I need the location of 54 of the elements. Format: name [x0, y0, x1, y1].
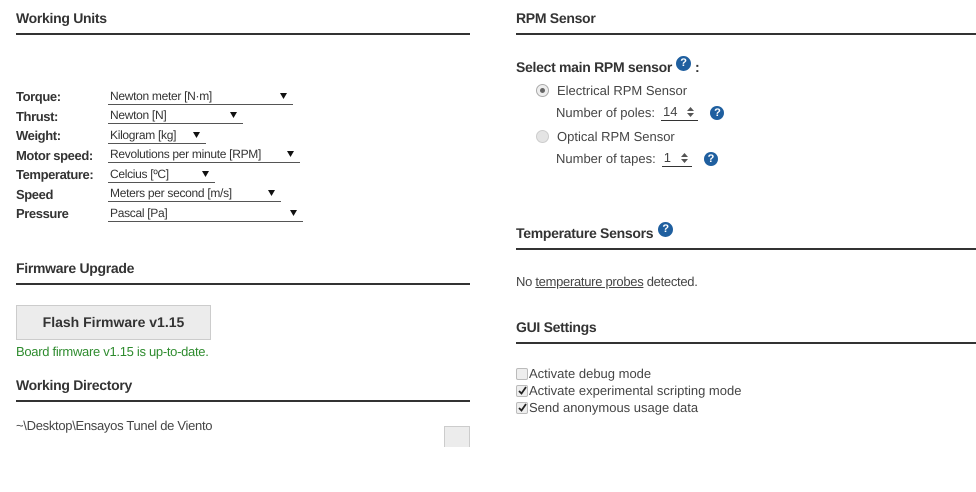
help-icon[interactable]: ?	[710, 106, 724, 120]
section-title: Temperature Sensors	[516, 225, 654, 241]
field-label: Temperature:	[16, 167, 94, 182]
caret-icon	[290, 210, 297, 216]
radio-button[interactable]	[536, 130, 549, 143]
section-title: Firmware Upgrade	[16, 260, 134, 276]
field-label: Number of tapes:	[556, 151, 656, 166]
checkbox-label: Send anonymous usage data	[529, 400, 698, 415]
caret-icon	[230, 112, 237, 118]
number-spinner[interactable]: 1	[662, 150, 692, 167]
status-message: Board firmware v1.15 is up-to-date.	[16, 344, 210, 358]
section-title: RPM Sensor	[516, 10, 596, 26]
caret-icon	[193, 132, 200, 138]
field-label: Speed	[16, 186, 54, 202]
caret-icon	[268, 190, 275, 196]
checkbox-label: Activate debug mode	[529, 366, 652, 381]
field-label: Thrust:	[16, 108, 59, 124]
message-text: No temperature probes detected.	[516, 274, 699, 289]
field-label: Number of poles:	[556, 105, 655, 120]
flash-firmware-button[interactable]: Flash Firmware v1.15	[16, 304, 211, 340]
radio-label: Optical RPM Sensor	[557, 129, 675, 144]
spinner-arrows-icon	[680, 152, 688, 162]
help-icon[interactable]: ?	[658, 222, 674, 236]
radio-label: Electrical RPM Sensor	[557, 83, 688, 98]
unit-dropdown[interactable]: Pascal [Pa]	[108, 206, 303, 222]
help-icon[interactable]: ?	[704, 152, 718, 166]
directory-path: ~\Desktop\Ensayos Tunel de Viento	[16, 418, 212, 432]
number-spinner[interactable]: 14	[661, 104, 698, 121]
unit-dropdown[interactable]: Newton meter [N·m]	[108, 88, 293, 105]
section-title: Working Units	[16, 10, 107, 26]
checkbox[interactable]	[516, 384, 528, 396]
checkbox[interactable]	[516, 368, 528, 380]
colon-text: :	[695, 59, 700, 75]
field-label: Weight:	[16, 128, 62, 144]
spinner-arrows-icon	[687, 106, 694, 116]
unit-dropdown[interactable]: Revolutions per minute [RPM]	[108, 147, 300, 164]
section-title: Working Directory	[16, 376, 132, 392]
unit-dropdown[interactable]: Newton [N]	[108, 108, 243, 124]
unit-dropdown[interactable]: Celcius [ºC]	[108, 166, 215, 183]
field-label: Pressure	[16, 206, 70, 222]
caret-icon	[280, 92, 287, 99]
section-title: GUI Settings	[516, 319, 596, 335]
help-icon[interactable]: ?	[676, 56, 692, 70]
unit-dropdown[interactable]: Kilogram [kg]	[108, 128, 206, 144]
unit-dropdown[interactable]: Meters per second [m/s]	[108, 186, 281, 202]
caret-icon	[287, 151, 294, 158]
radio-button[interactable]	[536, 84, 549, 97]
checkbox[interactable]	[516, 402, 528, 414]
prompt-text: Select main RPM sensor	[516, 59, 672, 75]
temperature-probes-link[interactable]: temperature probes	[535, 274, 644, 289]
caret-icon	[202, 170, 209, 177]
field-label: Torque:	[16, 89, 62, 104]
field-label: Motor speed:	[16, 148, 94, 163]
checkbox-label: Activate experimental scripting mode	[529, 383, 742, 398]
